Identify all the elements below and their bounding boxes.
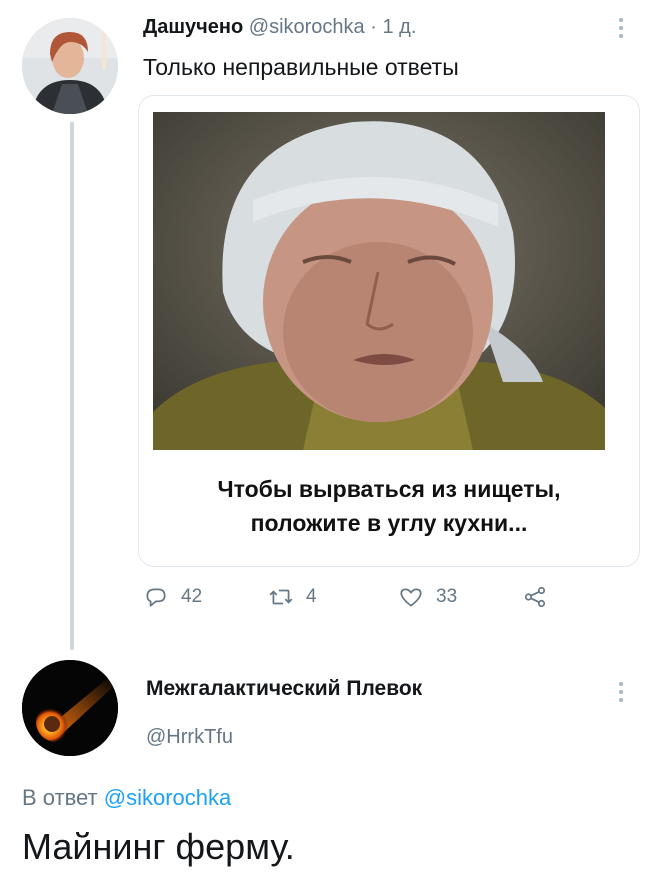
thread-connector-line — [70, 122, 74, 650]
author-name[interactable]: Межгалактический Плевок — [146, 677, 422, 701]
reply-count: 42 — [181, 586, 203, 607]
share-icon — [524, 586, 546, 608]
heart-icon — [400, 588, 422, 607]
meme-photo — [153, 112, 605, 450]
tweet-text: Только неправильные ответы — [143, 54, 459, 80]
reply-mention-link[interactable]: @sikorochka — [104, 785, 232, 810]
reply-context: В ответ @sikorochka — [22, 785, 231, 811]
like-button[interactable]: 33 — [398, 584, 457, 610]
caption-line-2: положите в углу кухни... — [250, 510, 528, 536]
card-caption: Чтобы вырваться из нищеты, положите в уг… — [139, 472, 639, 540]
media-card[interactable]: Чтобы вырваться из нищеты, положите в уг… — [138, 95, 640, 567]
like-count: 33 — [436, 586, 458, 607]
author-handle[interactable]: @sikorochka — [249, 16, 365, 38]
reply-prefix: В ответ — [22, 785, 98, 810]
tweet-header: Дашучено @sikorochka · 1 д. — [143, 16, 416, 39]
author-handle[interactable]: @HrrkTfu — [146, 726, 233, 749]
avatar[interactable] — [22, 660, 118, 756]
caption-line-1: Чтобы вырваться из нищеты, — [217, 476, 561, 502]
author-name[interactable]: Дашучено — [143, 16, 243, 38]
reply-icon — [146, 588, 166, 607]
retweet-count: 4 — [306, 586, 317, 607]
share-button[interactable] — [522, 584, 548, 610]
separator-dot: · — [370, 16, 377, 38]
more-vertical-icon[interactable] — [618, 18, 624, 42]
avatar[interactable] — [22, 18, 118, 114]
tweet-actions-bar: 42 4 33 — [0, 584, 660, 624]
reply-button[interactable]: 42 — [143, 584, 202, 610]
retweet-button[interactable]: 4 — [268, 584, 317, 610]
tweet-text: Майнинг ферму. — [22, 826, 295, 867]
meteor-avatar-image — [22, 660, 118, 756]
tweet-timestamp[interactable]: 1 д. — [382, 16, 416, 38]
user-photo — [22, 18, 118, 114]
retweet-icon — [269, 589, 293, 605]
more-vertical-icon[interactable] — [618, 682, 624, 706]
